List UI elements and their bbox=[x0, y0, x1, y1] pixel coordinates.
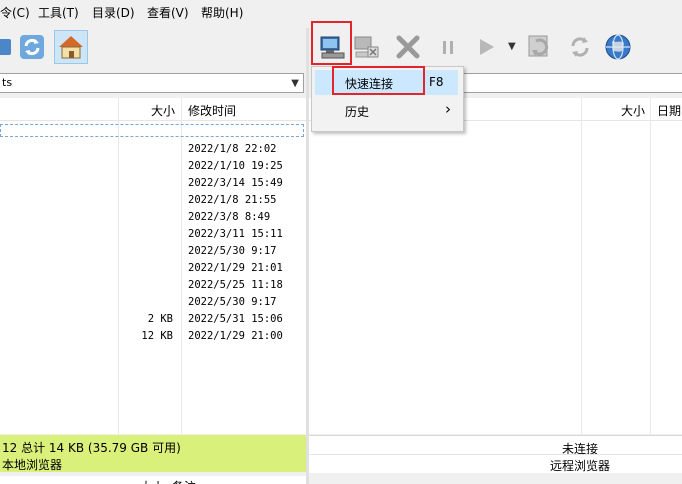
pause-button bbox=[434, 33, 462, 61]
local-row-size bbox=[0, 260, 173, 277]
local-col-size[interactable]: 大小 bbox=[151, 102, 175, 119]
local-row-size bbox=[0, 294, 173, 311]
remote-file-list[interactable]: 大小 日期 bbox=[309, 98, 682, 434]
menu-tools[interactable]: 工具(T) bbox=[38, 4, 79, 21]
local-column-header: 大小 修改时间 bbox=[0, 98, 306, 121]
local-row-modified: 2022/5/25 11:18 bbox=[188, 279, 283, 291]
quick-connect-highlight bbox=[332, 66, 425, 95]
local-row-modified: 2022/5/30 9:17 bbox=[188, 296, 277, 308]
menu-view[interactable]: 查看(V) bbox=[147, 4, 189, 21]
pause-icon bbox=[443, 41, 453, 54]
local-path-value: ts bbox=[2, 76, 13, 89]
local-pane-label: 本地浏览器 bbox=[2, 458, 63, 472]
local-row-modified: 2022/3/14 15:49 bbox=[188, 177, 283, 189]
local-row-modified: 2022/5/31 15:06 bbox=[188, 313, 283, 325]
local-row-size bbox=[0, 277, 173, 294]
play-icon bbox=[480, 39, 494, 55]
local-row-size bbox=[0, 124, 173, 141]
local-row-size bbox=[0, 243, 173, 260]
column-divider bbox=[650, 98, 651, 434]
local-row-size bbox=[0, 158, 173, 175]
disconnect-button bbox=[352, 33, 380, 61]
quick-connect-shortcut: F8 bbox=[429, 75, 444, 89]
remote-col-date[interactable]: 日期 bbox=[657, 102, 681, 119]
menu-directory[interactable]: 目录(D) bbox=[92, 4, 135, 21]
stop-button bbox=[394, 33, 422, 61]
local-row-modified: 2022/1/29 21:00 bbox=[188, 330, 283, 342]
local-row-size: 2 KB bbox=[147, 313, 173, 325]
local-row-size bbox=[0, 141, 173, 158]
local-row-modified: 2022/1/29 21:01 bbox=[188, 262, 283, 274]
web-button[interactable] bbox=[604, 33, 632, 61]
close-icon bbox=[396, 35, 420, 59]
remote-status-bar: 未连接 远程浏览器 bbox=[309, 435, 682, 473]
column-divider bbox=[181, 98, 182, 434]
history-label: 历史 bbox=[345, 105, 370, 119]
local-status-text: 12 总计 14 KB (35.79 GB 可用) bbox=[2, 441, 181, 455]
local-row-modified: 2022/3/8 8:49 bbox=[188, 211, 271, 223]
chevron-right-icon: › bbox=[445, 100, 451, 118]
local-row-size bbox=[0, 175, 173, 192]
computer-disconnect-icon bbox=[354, 36, 379, 58]
local-row-size bbox=[0, 209, 173, 226]
remote-col-size[interactable]: 大小 bbox=[621, 102, 645, 119]
local-row-modified: 2022/3/11 15:11 bbox=[188, 228, 283, 240]
play-dropdown-arrow-icon[interactable]: ▼ bbox=[508, 41, 516, 52]
local-row-modified: 2022/1/10 19:25 bbox=[188, 160, 283, 172]
local-row-size bbox=[0, 226, 173, 243]
local-path-combo[interactable]: ts ▼ bbox=[0, 73, 304, 93]
remote-pane-label: 远程浏览器 bbox=[550, 459, 611, 473]
globe-icon bbox=[605, 34, 631, 60]
connect-button-highlight bbox=[311, 21, 352, 65]
remote-path-combo[interactable] bbox=[462, 73, 682, 93]
home-button[interactable] bbox=[54, 30, 88, 64]
menu-bar: 令(C) 工具(T) 目录(D) 查看(V) 帮助(H) bbox=[0, 0, 682, 22]
local-row-modified: 2022/1/8 22:02 bbox=[188, 143, 277, 155]
local-status-bar: 12 总计 14 KB (35.79 GB 可用) 本地浏览器 bbox=[0, 435, 306, 472]
menu-item-history[interactable]: 历史 › bbox=[312, 99, 463, 123]
refresh-local-button[interactable] bbox=[18, 33, 46, 61]
download-icon bbox=[528, 35, 549, 57]
local-file-list[interactable]: 大小 修改时间 2022/1/8 22:02 2022/1/10 19:25 202… bbox=[0, 98, 306, 434]
home-icon bbox=[59, 36, 83, 59]
column-divider bbox=[581, 98, 582, 434]
local-bottom-header: 大小 备注 bbox=[0, 476, 306, 484]
local-row-size: 12 KB bbox=[141, 330, 173, 342]
refresh-icon bbox=[571, 37, 589, 57]
status-divider bbox=[309, 454, 682, 455]
refresh-icon bbox=[20, 35, 44, 59]
local-row-modified: 2022/1/8 21:55 bbox=[188, 194, 277, 206]
refresh-remote-button bbox=[566, 33, 594, 61]
local-col-modified[interactable]: 修改时间 bbox=[188, 102, 236, 119]
menu-help[interactable]: 帮助(H) bbox=[201, 4, 243, 21]
bottom-col-size: 大小 bbox=[140, 478, 164, 484]
toolbar-partial-button[interactable] bbox=[0, 33, 16, 61]
play-button bbox=[472, 33, 500, 61]
bottom-col-extra: 备注 bbox=[172, 478, 196, 484]
menu-command[interactable]: 令(C) bbox=[0, 4, 30, 21]
download-button bbox=[526, 33, 554, 61]
chevron-down-icon[interactable]: ▼ bbox=[291, 75, 299, 93]
local-row-size bbox=[0, 192, 173, 209]
local-row-modified: 2022/5/30 9:17 bbox=[188, 245, 277, 257]
